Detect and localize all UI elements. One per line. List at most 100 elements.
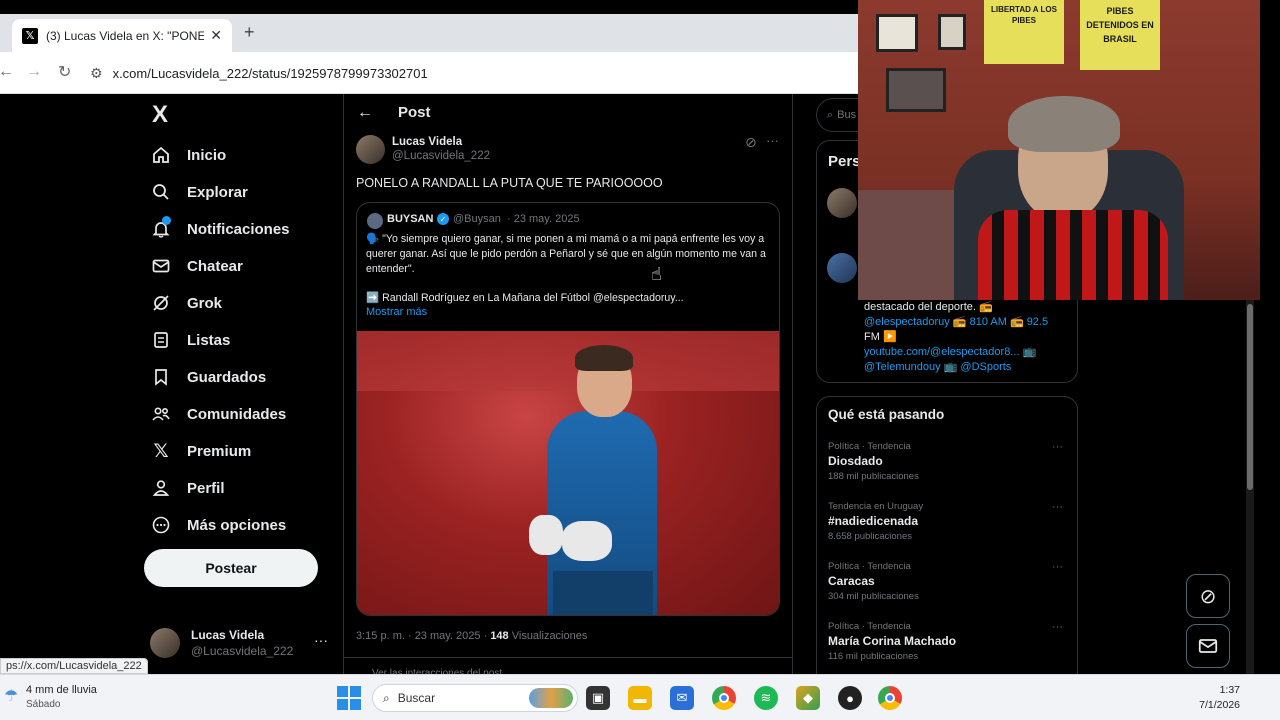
- wall-frame: [938, 14, 966, 50]
- avatar[interactable]: [827, 188, 857, 218]
- persons-title: Pers: [828, 153, 861, 170]
- windows-start-icon[interactable]: [337, 686, 361, 710]
- webcam-overlay: LIBERTAD A LOS PIBES PIBES DETENIDOS EN …: [858, 0, 1260, 300]
- back-arrow-icon[interactable]: ←: [357, 104, 373, 122]
- app-icon[interactable]: ◆: [796, 686, 820, 710]
- more-icon[interactable]: ···: [314, 632, 328, 648]
- quoted-post[interactable]: BUYSAN ✓ @Buysan · 23 may. 2025 🗣️ "Yo s…: [356, 202, 780, 616]
- search-highlight-icon: [529, 688, 573, 708]
- trend-name: María Corina Machado: [828, 634, 957, 648]
- x-icon: 𝕏: [153, 440, 169, 462]
- trend-item[interactable]: Política · Tendencia María Corina Machad…: [828, 621, 1068, 662]
- nav-item-chatear[interactable]: Chatear: [150, 249, 243, 283]
- more-icon[interactable]: ···: [1052, 501, 1063, 513]
- nav-label: Guardados: [187, 368, 267, 386]
- post-time: 3:15 p. m. · 23 may. 2025 ·: [356, 630, 488, 642]
- nav-item-premium[interactable]: 𝕏 Premium: [150, 434, 251, 468]
- divider: [344, 657, 792, 658]
- nav-label: Notificaciones: [187, 220, 290, 238]
- x-logo-icon[interactable]: X: [152, 101, 168, 129]
- author-avatar[interactable]: [356, 135, 385, 164]
- reload-icon[interactable]: ↻: [58, 62, 71, 82]
- mail-app-icon[interactable]: ✉: [670, 686, 694, 710]
- clock-time[interactable]: 1:37: [1200, 684, 1240, 696]
- trend-count: 8.658 publicaciones: [828, 531, 912, 542]
- clock-date[interactable]: 7/1/2026: [1180, 699, 1240, 711]
- nav-item-mas-opciones[interactable]: Más opciones: [150, 508, 286, 542]
- goalkeeper-shorts: [553, 571, 653, 615]
- more-icon[interactable]: ···: [1052, 621, 1063, 633]
- site-settings-icon[interactable]: ⚙: [90, 65, 103, 82]
- goalkeeper-hair: [575, 345, 633, 371]
- quote-image[interactable]: [357, 331, 779, 615]
- bio-line: destacado del deporte. 📻: [864, 301, 993, 313]
- nav-item-perfil[interactable]: Perfil: [150, 471, 225, 505]
- spotify-icon[interactable]: ≋: [754, 686, 778, 710]
- show-more-link[interactable]: Mostrar más: [366, 306, 427, 318]
- glove-right: [562, 521, 612, 561]
- obs-icon[interactable]: ●: [838, 686, 862, 710]
- folder-icon[interactable]: ▬: [628, 686, 652, 710]
- column-divider: [792, 94, 793, 674]
- tab-close-icon[interactable]: ✕: [210, 27, 222, 44]
- x-favicon-icon: 𝕏: [22, 27, 38, 44]
- more-icon[interactable]: ···: [1052, 441, 1063, 453]
- trend-context: Tendencia en Uruguay: [828, 501, 924, 512]
- tab-title: (3) Lucas Videla en X: "PONELO: [46, 28, 205, 43]
- more-icon[interactable]: ···: [766, 133, 779, 148]
- author-name[interactable]: Lucas Videla: [392, 136, 462, 148]
- forward-icon[interactable]: →: [26, 63, 42, 81]
- author-handle[interactable]: @Lucasvidela_222: [392, 150, 490, 162]
- nav-item-guardados[interactable]: Guardados: [150, 360, 266, 394]
- nav-item-explorar[interactable]: Explorar: [150, 175, 248, 209]
- grok-icon[interactable]: ⊘: [745, 134, 757, 151]
- hand-cursor-icon: ☝: [651, 264, 662, 284]
- glove-left: [529, 515, 563, 555]
- avatar[interactable]: [827, 253, 857, 283]
- column-divider: [343, 94, 344, 674]
- chrome-profile-icon[interactable]: [878, 686, 902, 710]
- bio-line[interactable]: @elespectadoruy 📻 810 AM 📻 92.5: [864, 315, 1074, 330]
- post-meta: 3:15 p. m. · 23 may. 2025 · 148 Visualiz…: [356, 630, 587, 642]
- bio-line[interactable]: @Telemundouy 📺 @DSports: [864, 360, 1074, 375]
- nav-label: Perfil: [187, 479, 225, 497]
- quote-text: 🗣️ "Yo siempre quiero ganar, si me ponen…: [366, 233, 766, 275]
- nav-label: Inicio: [187, 146, 227, 164]
- trend-item[interactable]: Política · Tendencia Caracas 304 mil pub…: [828, 561, 1068, 602]
- quote-handle: @Buysan: [453, 213, 501, 225]
- nav-item-comunidades[interactable]: Comunidades: [150, 397, 286, 431]
- back-icon[interactable]: ←: [0, 63, 14, 81]
- mail-icon[interactable]: [1186, 624, 1230, 668]
- bookmark-icon: [150, 366, 172, 388]
- bio-line: FM ▶️: [864, 331, 897, 343]
- weather-text[interactable]: 4 mm de lluvia: [26, 684, 97, 696]
- nav-label: Explorar: [187, 183, 248, 201]
- trend-item[interactable]: Política · Tendencia Diosdado 188 mil pu…: [828, 441, 1068, 482]
- nav-item-inicio[interactable]: Inicio: [150, 138, 226, 172]
- post-text: PONELO A RANDALL LA PUTA QUE TE PARIOOOO…: [356, 176, 663, 190]
- quote-date: · 23 may. 2025: [507, 213, 580, 225]
- post-button[interactable]: Postear: [144, 549, 318, 587]
- nav-item-listas[interactable]: Listas: [150, 323, 230, 357]
- trend-item[interactable]: Tendencia en Uruguay #nadiedicenada 8.65…: [828, 501, 1068, 542]
- address-bar[interactable]: ⚙ x.com/Lucasvidela_222/status/192597879…: [90, 58, 850, 88]
- taskbar-search[interactable]: ⌕ Buscar: [372, 684, 578, 712]
- bio-line[interactable]: youtube.com/@elespectador8... 📺: [864, 345, 1074, 360]
- quote-subtext: ➡️ Randall Rodríguez en La Mañana del Fú…: [366, 292, 684, 304]
- chrome-icon[interactable]: [712, 686, 736, 710]
- nav-item-notificaciones[interactable]: Notificaciones: [150, 212, 290, 246]
- wall-frame: [886, 68, 946, 112]
- browser-tab[interactable]: 𝕏 (3) Lucas Videla en X: "PONELO ✕: [12, 19, 232, 52]
- task-view-icon[interactable]: ▣: [586, 686, 610, 710]
- account-switcher[interactable]: Lucas Videla @Lucasvidela_222 ···: [150, 626, 330, 662]
- scrollbar-thumb[interactable]: [1247, 304, 1253, 490]
- grok-icon[interactable]: ⊘: [1186, 574, 1230, 618]
- nav-item-grok[interactable]: Grok: [150, 286, 222, 320]
- new-tab-icon[interactable]: +: [244, 22, 255, 43]
- stadium-seats: [357, 331, 779, 391]
- trend-count: 188 mil publicaciones: [828, 471, 919, 482]
- search-icon: ⌕: [827, 108, 834, 121]
- nav-label: Más opciones: [187, 516, 287, 534]
- more-icon[interactable]: ···: [1052, 561, 1063, 573]
- streamer-hair: [1008, 96, 1120, 152]
